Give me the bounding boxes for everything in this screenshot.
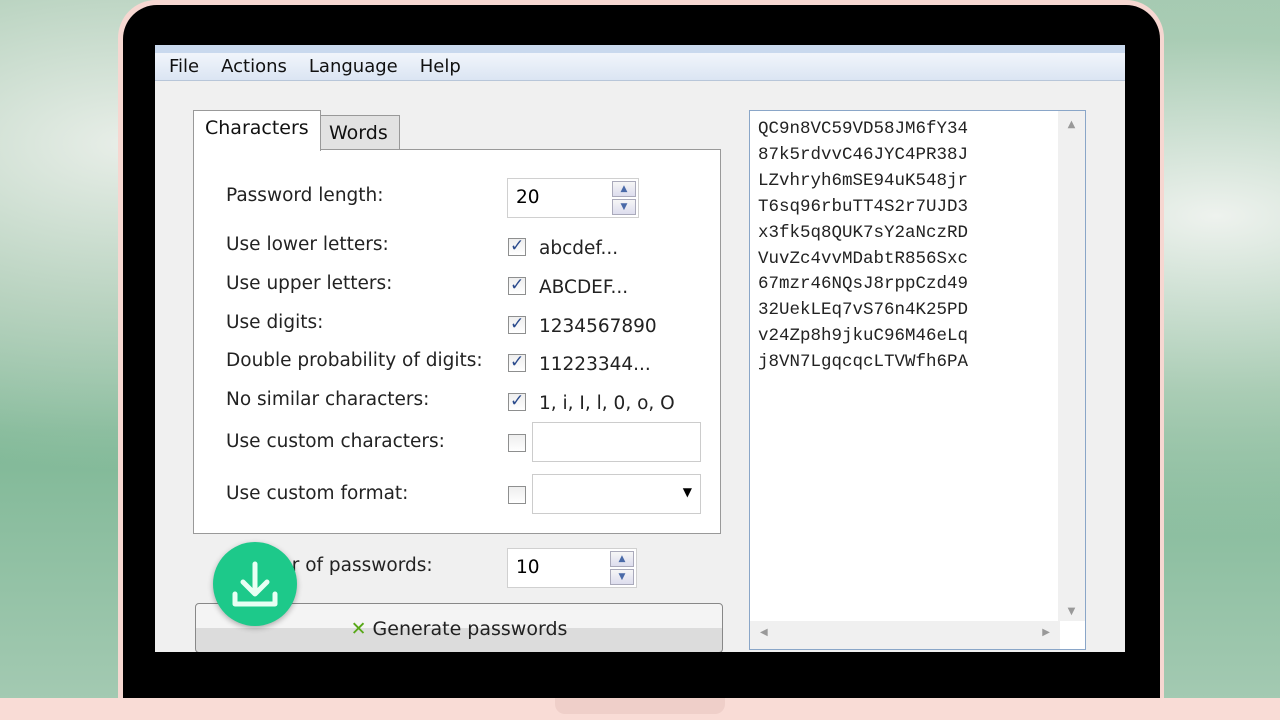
scroll-right-icon[interactable]: ▶ (1042, 627, 1050, 638)
horizontal-scrollbar[interactable]: ◀ ▶ (750, 621, 1060, 649)
password-line: 32UekLEq7vS76n4K25PD (758, 300, 969, 321)
digits-sample: 1234567890 (539, 316, 657, 337)
scroll-up-icon[interactable]: ▲ (1058, 119, 1085, 130)
menu-help[interactable]: Help (420, 56, 461, 77)
characters-panel: Password length: 20 ▲ ▼ Use lower letters… (193, 149, 721, 534)
chevron-down-icon: ▼ (682, 485, 692, 499)
no-similar-label: No similar characters: (226, 389, 430, 410)
custom-chars-checkbox[interactable] (508, 434, 526, 452)
password-line: VuvZc4vvMDabtR856Sxc (758, 248, 969, 269)
download-badge[interactable] (213, 542, 297, 626)
password-line: v24Zp8h9jkuC96M46eLq (758, 326, 969, 347)
custom-format-checkbox[interactable] (508, 486, 526, 504)
upper-sample: ABCDEF... (539, 277, 629, 298)
app-window: File Actions Language Help Characters Wo… (155, 45, 1125, 652)
menu-bar: File Actions Language Help (155, 53, 1125, 81)
lower-sample: abcdef... (539, 238, 619, 259)
double-digits-label: Double probability of digits: (226, 350, 483, 371)
tab-characters[interactable]: Characters (193, 110, 321, 151)
password-length-label: Password length: (226, 185, 384, 206)
vertical-scrollbar[interactable]: ▲ ▼ (1058, 111, 1085, 621)
upper-checkbox[interactable] (508, 275, 526, 295)
generate-label: Generate passwords (372, 618, 568, 640)
shuffle-icon: ✕ (350, 618, 367, 640)
scroll-left-icon[interactable]: ◀ (760, 627, 768, 638)
spin-up-icon[interactable]: ▲ (610, 551, 634, 567)
password-output[interactable]: QC9n8VC59VD58JM6fY34 87k5rdvvC46JYC4PR38J… (749, 110, 1086, 650)
no-similar-checkbox[interactable] (508, 391, 526, 411)
custom-format-select[interactable]: ▼ (532, 474, 701, 514)
no-similar-sample: 1, i, I, l, 0, o, O (539, 393, 675, 414)
title-bar (155, 45, 1125, 53)
password-list: QC9n8VC59VD58JM6fY34 87k5rdvvC46JYC4PR38J… (750, 111, 1085, 382)
password-line: j8VN7LgqcqcLTVWfh6PA (758, 352, 969, 373)
digits-checkbox[interactable] (508, 314, 526, 334)
custom-format-label: Use custom format: (226, 483, 409, 504)
upper-label: Use upper letters: (226, 273, 393, 294)
spin-up-icon[interactable]: ▲ (612, 181, 636, 197)
password-line: QC9n8VC59VD58JM6fY34 (758, 119, 969, 139)
menu-actions[interactable]: Actions (221, 56, 287, 77)
menu-language[interactable]: Language (309, 56, 398, 77)
password-line: LZvhryh6mSE94uK548jr (758, 170, 969, 191)
password-length-stepper[interactable]: 20 ▲ ▼ (507, 178, 639, 218)
menu-file[interactable]: File (169, 56, 199, 77)
double-digits-checkbox[interactable] (508, 352, 526, 372)
spin-down-icon[interactable]: ▼ (610, 569, 634, 585)
password-line: 87k5rdvvC46JYC4PR38J (758, 144, 969, 165)
custom-chars-label: Use custom characters: (226, 431, 445, 452)
scroll-down-icon[interactable]: ▼ (1058, 606, 1085, 617)
lower-label: Use lower letters: (226, 234, 389, 255)
custom-chars-input[interactable] (532, 422, 701, 462)
spin-down-icon[interactable]: ▼ (612, 199, 636, 215)
password-line: 67mzr46NQsJ8rppCzd49 (758, 274, 969, 295)
monitor-stand (555, 698, 725, 714)
password-line: x3fk5q8QUK7sY2aNczRD (758, 222, 969, 243)
password-length-value: 20 (516, 187, 540, 208)
count-stepper[interactable]: 10 ▲ ▼ (507, 548, 637, 588)
lower-checkbox[interactable] (508, 236, 526, 256)
password-line: T6sq96rbuTT4S2r7UJD3 (758, 196, 969, 217)
digits-label: Use digits: (226, 312, 324, 333)
count-value: 10 (516, 557, 540, 578)
double-digits-sample: 11223344... (539, 354, 651, 375)
tab-words[interactable]: Words (317, 115, 400, 151)
download-icon (232, 561, 278, 607)
